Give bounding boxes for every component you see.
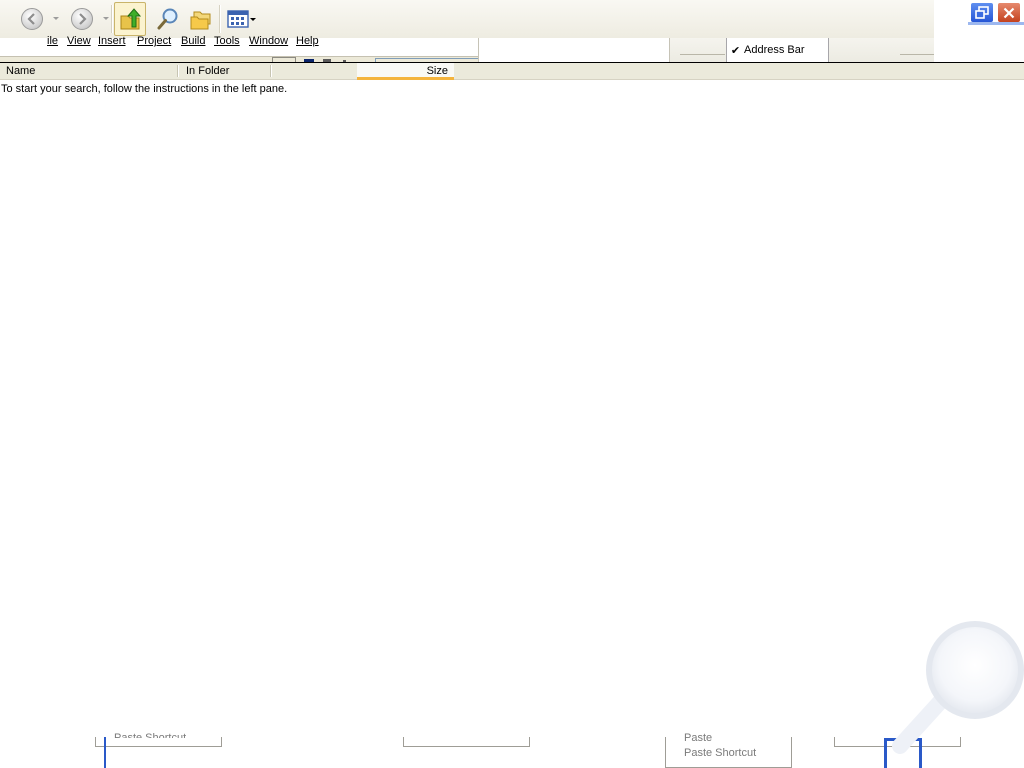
back-button[interactable] [18, 2, 46, 36]
divider [680, 54, 725, 55]
ghost-menu-text: Paste Shortcut [114, 732, 187, 738]
menu-item-address-bar[interactable]: ✔ Address Bar [726, 38, 829, 62]
checkmark-icon: ✔ [730, 44, 741, 57]
selection-line [104, 737, 106, 768]
search-instructions-text: To start your search, follow the instruc… [1, 83, 288, 95]
column-header-in-folder[interactable]: In Folder [180, 63, 357, 80]
column-header-label: Name [6, 65, 36, 77]
forward-button[interactable] [68, 2, 96, 36]
menu-window[interactable]: Window [249, 35, 288, 47]
menu-build[interactable]: Build [181, 35, 205, 47]
views-button[interactable] [223, 2, 259, 36]
menu-help[interactable]: Help [296, 35, 319, 47]
toolbar-panel [478, 38, 584, 62]
views-icon [227, 10, 249, 28]
toolbar-separator [111, 5, 112, 33]
ghost-menu-box [95, 737, 222, 747]
restore-icon [975, 6, 989, 19]
column-header-name[interactable]: Name [0, 63, 180, 80]
forward-dropdown-icon[interactable] [103, 17, 109, 20]
menu-item-label: Address Bar [744, 44, 805, 56]
forward-arrow-icon [71, 8, 93, 30]
standard-toolbar [0, 0, 934, 39]
up-folder-icon [120, 8, 142, 30]
close-button[interactable] [997, 2, 1021, 23]
column-divider[interactable] [177, 65, 178, 77]
back-dropdown-icon[interactable] [53, 17, 59, 20]
column-header-size[interactable]: Size [357, 63, 454, 80]
menu-item-paste-shortcut[interactable]: Paste Shortcut [684, 747, 756, 759]
up-button[interactable] [114, 2, 146, 36]
search-button[interactable] [153, 2, 183, 36]
divider [900, 54, 934, 55]
menu-project[interactable]: Project [137, 35, 171, 47]
toolbar-panel [669, 38, 726, 62]
column-header-label: In Folder [186, 65, 230, 77]
close-icon [1003, 7, 1015, 18]
menu-insert[interactable]: Insert [98, 35, 126, 47]
folders-button[interactable] [186, 2, 216, 36]
back-arrow-icon [21, 8, 43, 30]
column-header-label: Size [426, 65, 448, 77]
column-divider[interactable] [270, 65, 271, 77]
toolbar-panel [829, 38, 934, 62]
column-header-row: Name In Folder Size [0, 62, 1024, 80]
search-watermark-icon [892, 621, 1024, 754]
ghost-menu-box [403, 737, 530, 747]
menu-view[interactable]: View [67, 35, 91, 47]
views-dropdown-icon [250, 17, 256, 21]
menu-file[interactable]: ile [47, 35, 58, 47]
title-bar-edge [968, 22, 1024, 25]
menu-item-paste[interactable]: Paste [684, 728, 712, 741]
toolbar-separator [219, 5, 220, 33]
restore-button[interactable] [970, 2, 994, 23]
search-icon [157, 8, 178, 30]
folders-icon [190, 11, 211, 30]
toolbar-panel [583, 38, 669, 62]
menu-tools[interactable]: Tools [214, 35, 240, 47]
